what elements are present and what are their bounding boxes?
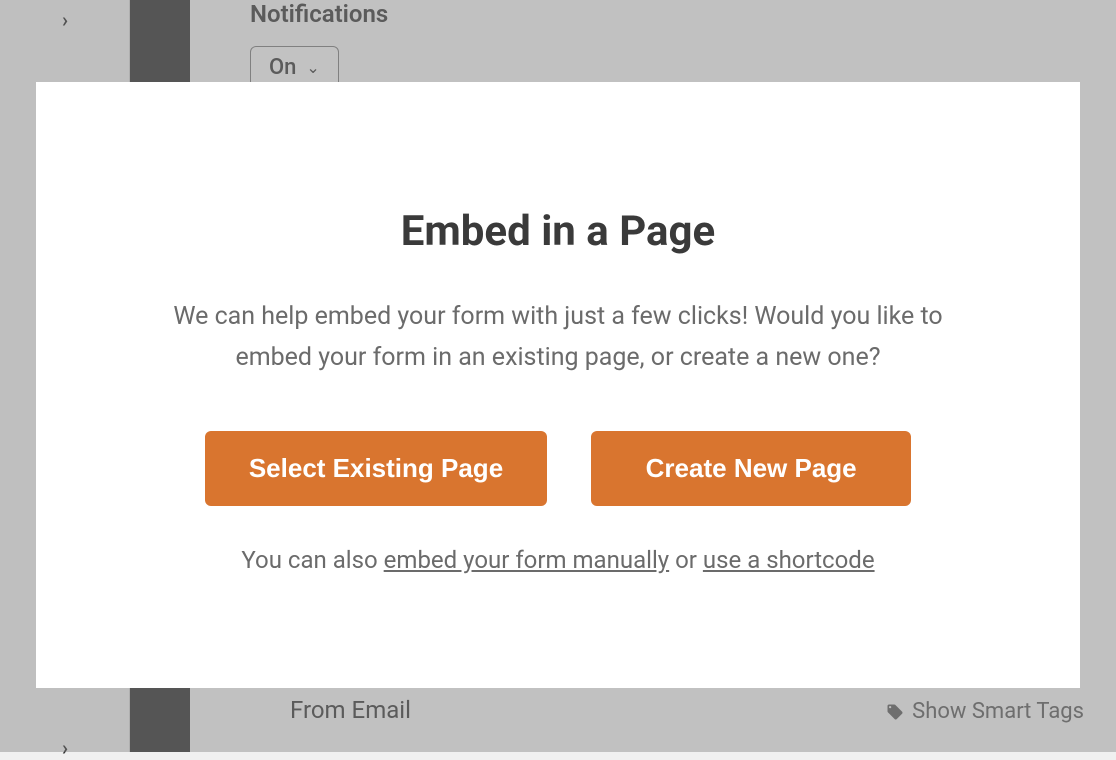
embed-modal: Embed in a Page We can help embed your f… [36,82,1080,688]
embed-manually-link[interactable]: embed your form manually [384,546,669,574]
footer-prefix: You can also [241,546,383,574]
modal-footer-text: You can also embed your form manually or… [241,546,874,574]
select-existing-page-button[interactable]: Select Existing Page [205,431,547,506]
modal-subtitle: We can help embed your form with just a … [158,296,958,379]
footer-middle: or [669,546,703,574]
use-shortcode-link[interactable]: use a shortcode [703,546,875,574]
create-new-page-button[interactable]: Create New Page [591,431,911,506]
modal-title: Embed in a Page [401,207,715,256]
modal-button-row: Select Existing Page Create New Page [205,431,911,506]
